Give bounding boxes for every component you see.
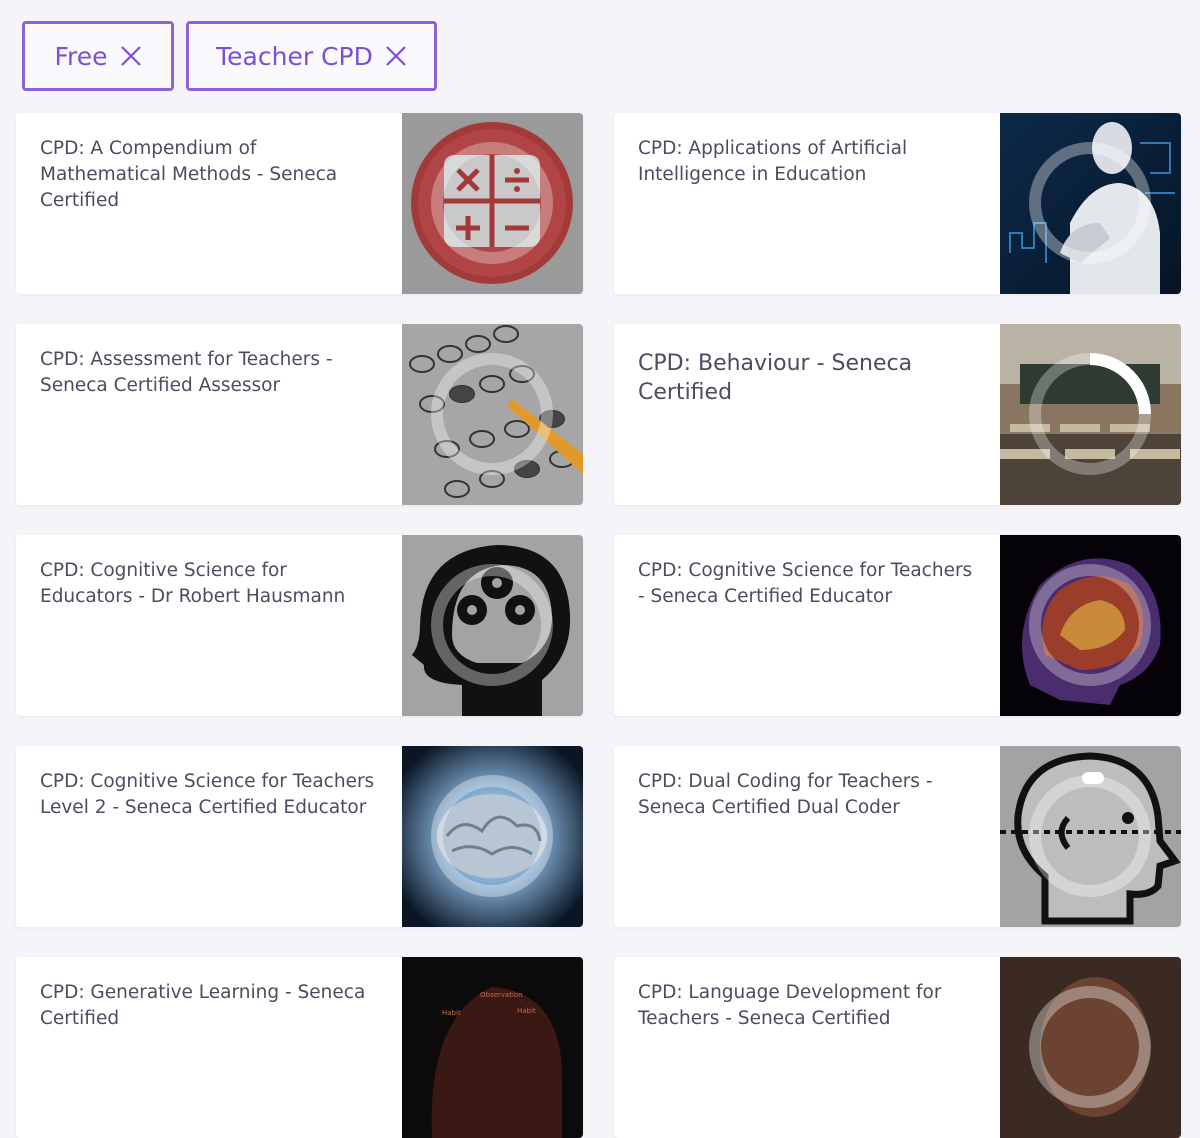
course-card[interactable]: CPD: Behaviour - Seneca Certified [614, 324, 1181, 505]
math-operators-icon [402, 113, 583, 294]
classroom-image [1000, 324, 1181, 505]
filter-chip-label: Free [54, 41, 108, 71]
course-card[interactable]: CPD: Language Development for Teachers -… [614, 957, 1181, 1138]
head-profile-icon [1000, 746, 1181, 927]
course-card[interactable]: CPD: Assessment for Teachers - Seneca Ce… [16, 324, 583, 505]
course-card[interactable]: CPD: Applications of Artificial Intellig… [614, 113, 1181, 294]
close-icon[interactable] [120, 45, 142, 67]
course-title: CPD: Generative Learning - Seneca Certif… [40, 982, 366, 1029]
svg-text:Habit: Habit [517, 1007, 536, 1015]
course-card[interactable]: CPD: Dual Coding for Teachers - Seneca C… [614, 746, 1181, 927]
filter-chip-label: Teacher CPD [216, 41, 373, 71]
ai-robot-image [1000, 113, 1181, 294]
word-cloud-head-image: Observation Habit Habit [402, 957, 583, 1138]
course-card[interactable]: CPD: A Compendium of Mathematical Method… [16, 113, 583, 294]
course-card[interactable]: CPD: Cognitive Science for Teachers Leve… [16, 746, 583, 927]
course-title: CPD: Assessment for Teachers - Seneca Ce… [40, 349, 333, 396]
head-gears-icon [402, 535, 583, 716]
svg-text:Observation: Observation [480, 991, 523, 999]
course-title: CPD: Cognitive Science for Educators - D… [40, 560, 346, 607]
brain-scan-image [1000, 535, 1181, 716]
child-photo-image [1000, 957, 1181, 1138]
course-title: CPD: Cognitive Science for Teachers Leve… [40, 771, 375, 818]
course-card[interactable]: CPD: Cognitive Science for Teachers - Se… [614, 535, 1181, 716]
course-title: CPD: Behaviour - Seneca Certified [638, 351, 913, 405]
course-title: CPD: Language Development for Teachers -… [638, 982, 942, 1029]
filter-chip-teacher-cpd[interactable]: Teacher CPD [186, 21, 437, 91]
svg-text:Habit: Habit [442, 1009, 461, 1017]
course-card[interactable]: CPD: Generative Learning - Seneca Certif… [16, 957, 583, 1138]
filter-chip-free[interactable]: Free [22, 21, 174, 91]
course-title: CPD: Applications of Artificial Intellig… [638, 138, 908, 185]
course-title: CPD: A Compendium of Mathematical Method… [40, 138, 338, 211]
answer-sheet-image [402, 324, 583, 505]
close-icon[interactable] [385, 45, 407, 67]
course-title: CPD: Cognitive Science for Teachers - Se… [638, 560, 973, 607]
course-title: CPD: Dual Coding for Teachers - Seneca C… [638, 771, 933, 818]
glowing-brain-image [402, 746, 583, 927]
course-card[interactable]: CPD: Cognitive Science for Educators - D… [16, 535, 583, 716]
